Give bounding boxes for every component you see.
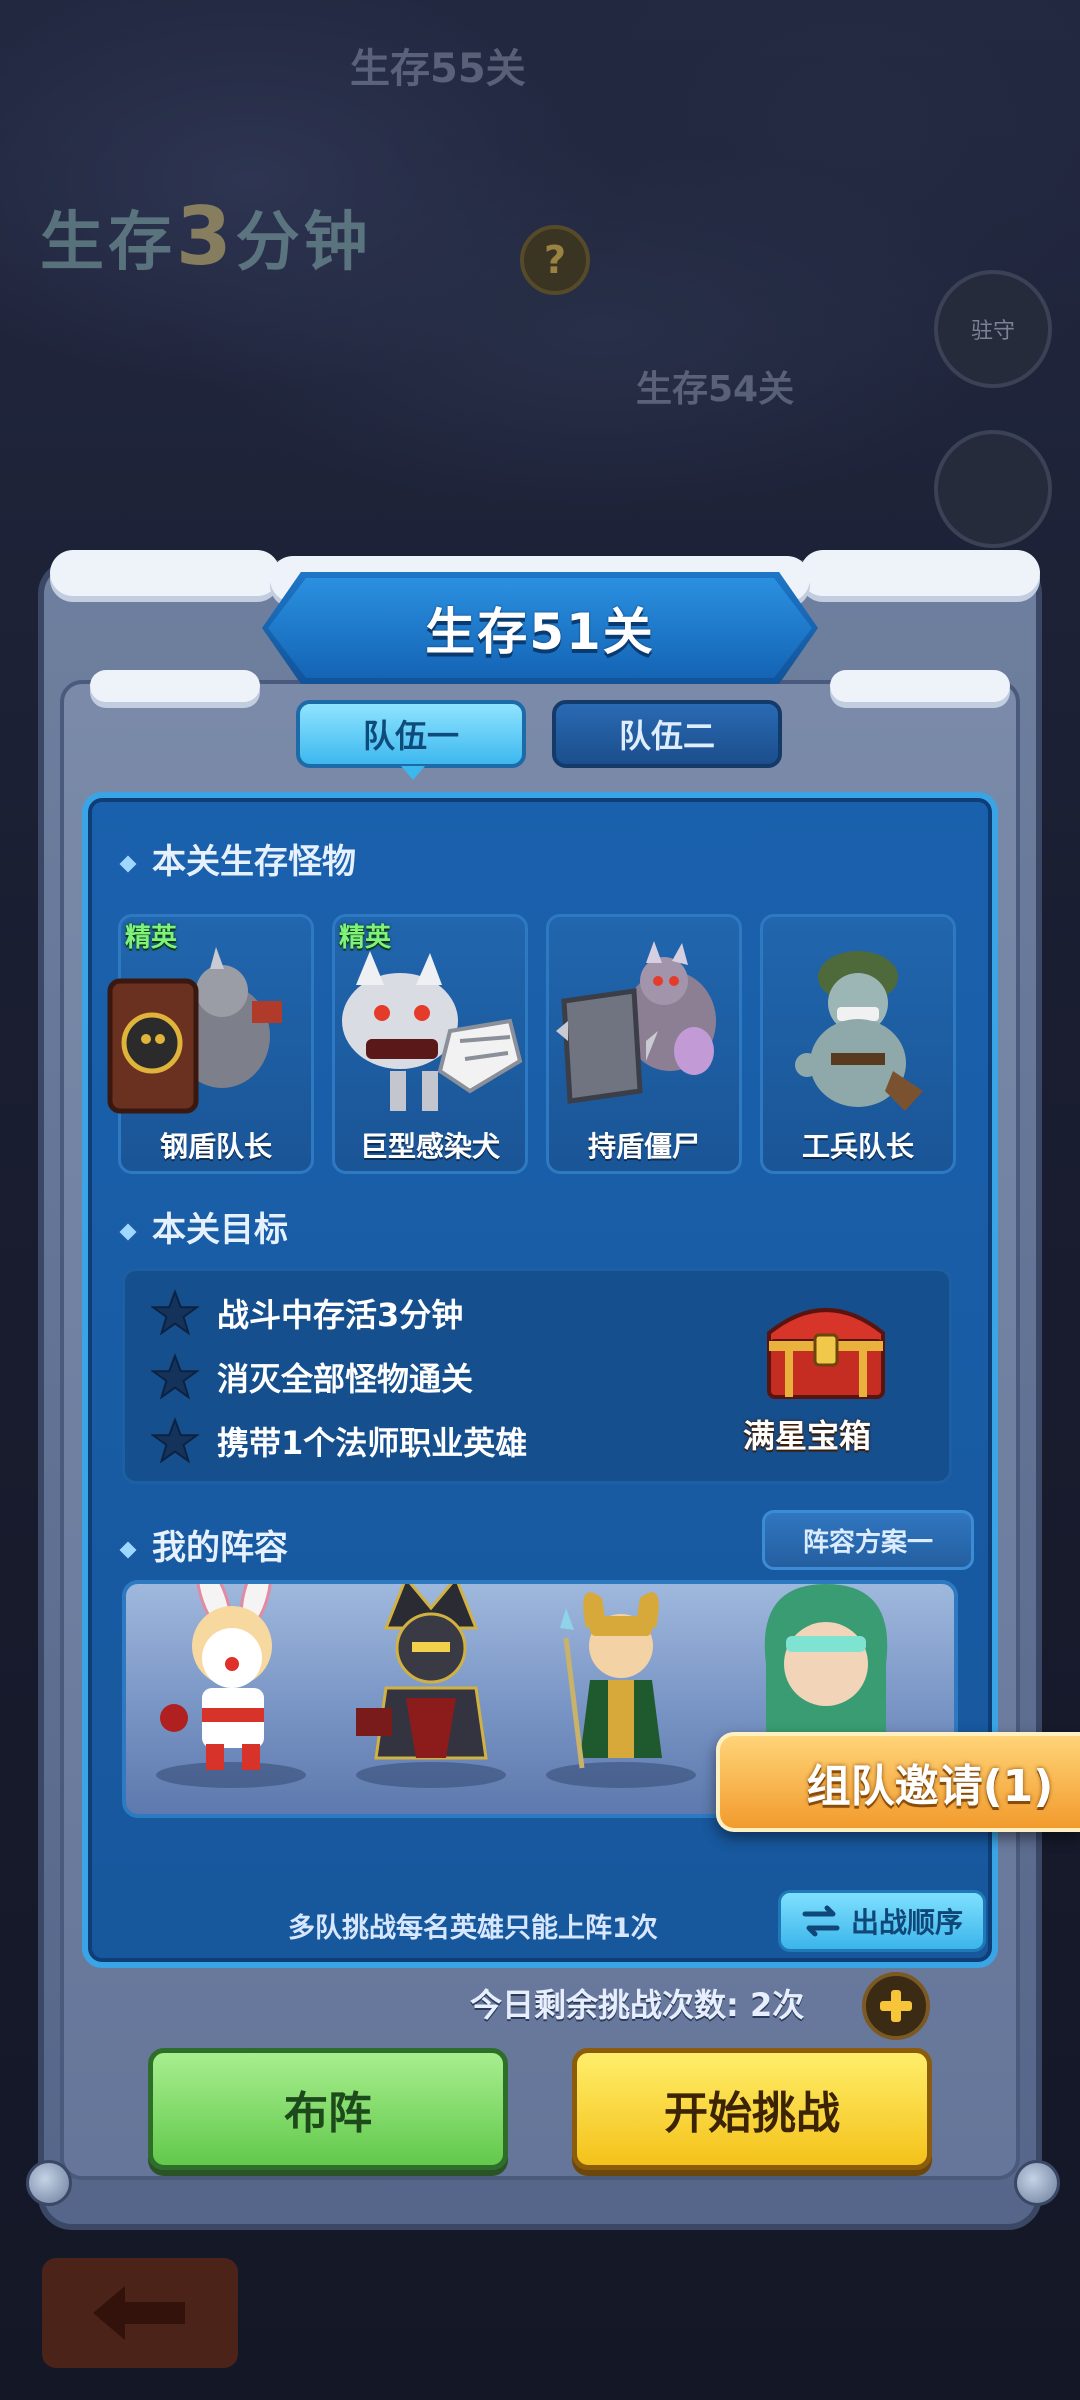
hero-jester-icon[interactable] — [140, 1580, 320, 1778]
hero-green-hair-icon[interactable] — [746, 1580, 906, 1754]
survive-banner: 生存3分钟 — [40, 190, 372, 283]
star-icon — [151, 1417, 199, 1464]
snow-decoration — [800, 550, 1040, 596]
snow-decoration — [830, 670, 1010, 702]
swap-icon — [802, 1905, 840, 1937]
back-arrow-icon — [93, 2286, 185, 2340]
elite-tag: 精英 — [339, 923, 392, 953]
hero-horned-mage-icon[interactable] — [546, 1580, 696, 1778]
goal-row: 消灭全部怪物通关 — [151, 1353, 473, 1401]
star-icon — [151, 1353, 199, 1400]
help-badge[interactable]: ? — [520, 225, 590, 295]
rule-text: 多队挑战每名英雄只能上阵1次 — [288, 1913, 658, 1944]
elite-tag: 精英 — [125, 923, 178, 953]
dialog-title: 生存51关 — [425, 603, 655, 661]
goal-row: 携带1个法师职业英雄 — [151, 1417, 527, 1465]
monster-card-engineer-captain[interactable]: 工兵队长 — [760, 914, 956, 1174]
goals-section-title: 本关目标 — [122, 1202, 288, 1251]
survive-banner-number: 3 — [176, 190, 236, 283]
add-attempts-button[interactable] — [862, 1972, 930, 2040]
monster-name: 钢盾队长 — [159, 1130, 272, 1163]
snow-decoration — [90, 670, 260, 702]
stage-dialog: 生存51关 队伍一 队伍二 本关生存怪物 精英 钢盾队长 精英 巨型感染犬 持盾… — [26, 550, 1060, 2230]
lineup-section-title: 我的阵容 — [122, 1520, 288, 1569]
hero-dark-knight-icon[interactable] — [346, 1580, 516, 1778]
shield-zombie-icon — [556, 941, 716, 1104]
goal-row: 战斗中存活3分钟 — [151, 1289, 463, 1337]
battle-order-label: 出战顺序 — [850, 1906, 963, 1939]
map-stage-label: 生存55关 — [350, 46, 526, 92]
map-node[interactable] — [934, 430, 1052, 548]
monster-name: 巨型感染犬 — [359, 1130, 500, 1163]
battle-order-button[interactable]: 出战顺序 — [778, 1890, 986, 1952]
lineup-plan-button[interactable]: 阵容方案一 — [762, 1510, 974, 1570]
goal-text: 战斗中存活3分钟 — [217, 1296, 464, 1334]
tab-team-one[interactable]: 队伍一 — [296, 700, 526, 768]
goal-text: 携带1个法师职业英雄 — [217, 1424, 528, 1462]
plus-icon — [880, 1990, 912, 2022]
monster-card-steel-shield-captain[interactable]: 精英 钢盾队长 — [107, 914, 314, 1174]
goal-text: 消灭全部怪物通关 — [217, 1360, 474, 1398]
start-challenge-button[interactable]: 开始挑战 — [572, 2048, 932, 2170]
steel-shield-captain-icon — [107, 947, 282, 1114]
monster-card-giant-infected-dog[interactable]: 精英 巨型感染犬 — [332, 914, 528, 1174]
tab-team-two[interactable]: 队伍二 — [552, 700, 782, 768]
star-icon — [151, 1289, 199, 1336]
remaining-attempts: 今日剩余挑战次数: 2次 — [470, 1986, 805, 2024]
monster-name: 持盾僵尸 — [587, 1130, 700, 1163]
monster-card-shield-zombie[interactable]: 持盾僵尸 — [546, 914, 742, 1174]
back-button[interactable] — [42, 2258, 238, 2368]
goals-box: 战斗中存活3分钟 消灭全部怪物通关 携带1个法师职业英雄 满星宝箱 — [122, 1268, 952, 1484]
team-invite-label: 组队邀请(1) — [806, 1761, 1054, 1812]
survive-banner-suffix: 分钟 — [235, 206, 372, 280]
giant-infected-dog-icon — [342, 951, 523, 1111]
frame-bolt — [1014, 2160, 1060, 2206]
reward-label: 满星宝箱 — [743, 1417, 872, 1455]
treasure-chest-icon[interactable] — [761, 1293, 891, 1403]
monster-name: 工兵队长 — [801, 1130, 914, 1163]
map-stage-label: 生存54关 — [636, 369, 795, 410]
survive-banner-prefix: 生存 — [40, 206, 176, 280]
engineer-captain-icon — [795, 951, 923, 1111]
map-node-garrison[interactable]: 驻守 — [934, 270, 1052, 388]
tab-pointer-icon — [401, 766, 425, 780]
formation-button[interactable]: 布阵 — [148, 2048, 508, 2170]
monsters-section-title: 本关生存怪物 — [122, 834, 356, 883]
snow-decoration — [50, 550, 280, 596]
title-plate: 生存51关 — [262, 572, 818, 684]
frame-bolt — [26, 2160, 72, 2206]
team-invite-button[interactable]: 组队邀请(1) — [716, 1732, 1080, 1832]
